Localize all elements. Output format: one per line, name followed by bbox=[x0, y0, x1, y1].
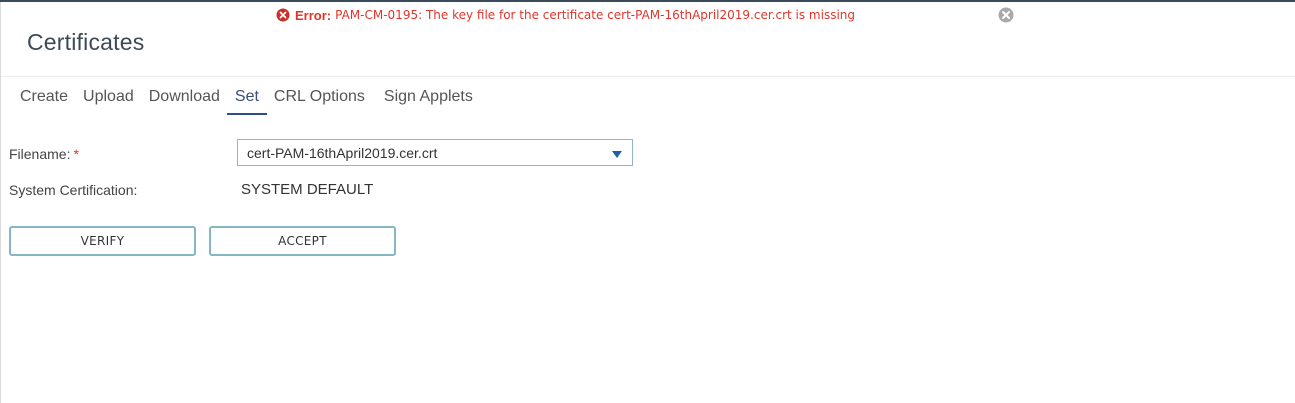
system-certification-label: System Certification: bbox=[9, 182, 138, 198]
tab-set[interactable]: Set bbox=[226, 86, 267, 115]
filename-label-text: Filename: bbox=[9, 146, 71, 162]
error-circle-x-icon bbox=[276, 8, 290, 22]
system-certification-value: SYSTEM DEFAULT bbox=[241, 181, 374, 198]
tab-bar: Create Upload Download Set CRL Options S… bbox=[20, 86, 492, 116]
tab-download[interactable]: Download bbox=[149, 86, 220, 106]
tab-create[interactable]: Create bbox=[20, 86, 68, 106]
caret-down-icon[interactable] bbox=[612, 151, 622, 158]
filename-select-value: cert-PAM-16thApril2019.cer.crt bbox=[247, 145, 438, 161]
error-notification: Error: PAM-CM-0195: The key file for the… bbox=[276, 6, 855, 24]
filename-select[interactable]: cert-PAM-16thApril2019.cer.crt bbox=[237, 139, 633, 166]
tab-sign-applets[interactable]: Sign Applets bbox=[384, 86, 473, 106]
certificates-page: Error: PAM-CM-0195: The key file for the… bbox=[0, 0, 1295, 403]
tab-upload[interactable]: Upload bbox=[83, 86, 134, 106]
close-circle-icon[interactable] bbox=[997, 6, 1015, 24]
filename-label: Filename: * bbox=[9, 146, 79, 162]
header-divider bbox=[1, 76, 1295, 77]
accept-button[interactable]: ACCEPT bbox=[209, 226, 396, 256]
top-border bbox=[0, 0, 1295, 2]
error-label: Error: bbox=[295, 7, 332, 23]
left-border bbox=[0, 2, 1, 403]
page-title: Certificates bbox=[27, 29, 145, 55]
tab-crl-options[interactable]: CRL Options bbox=[274, 86, 365, 106]
verify-button[interactable]: VERIFY bbox=[9, 226, 196, 256]
error-message: PAM-CM-0195: The key file for the certif… bbox=[335, 8, 856, 22]
required-marker: * bbox=[73, 146, 79, 162]
